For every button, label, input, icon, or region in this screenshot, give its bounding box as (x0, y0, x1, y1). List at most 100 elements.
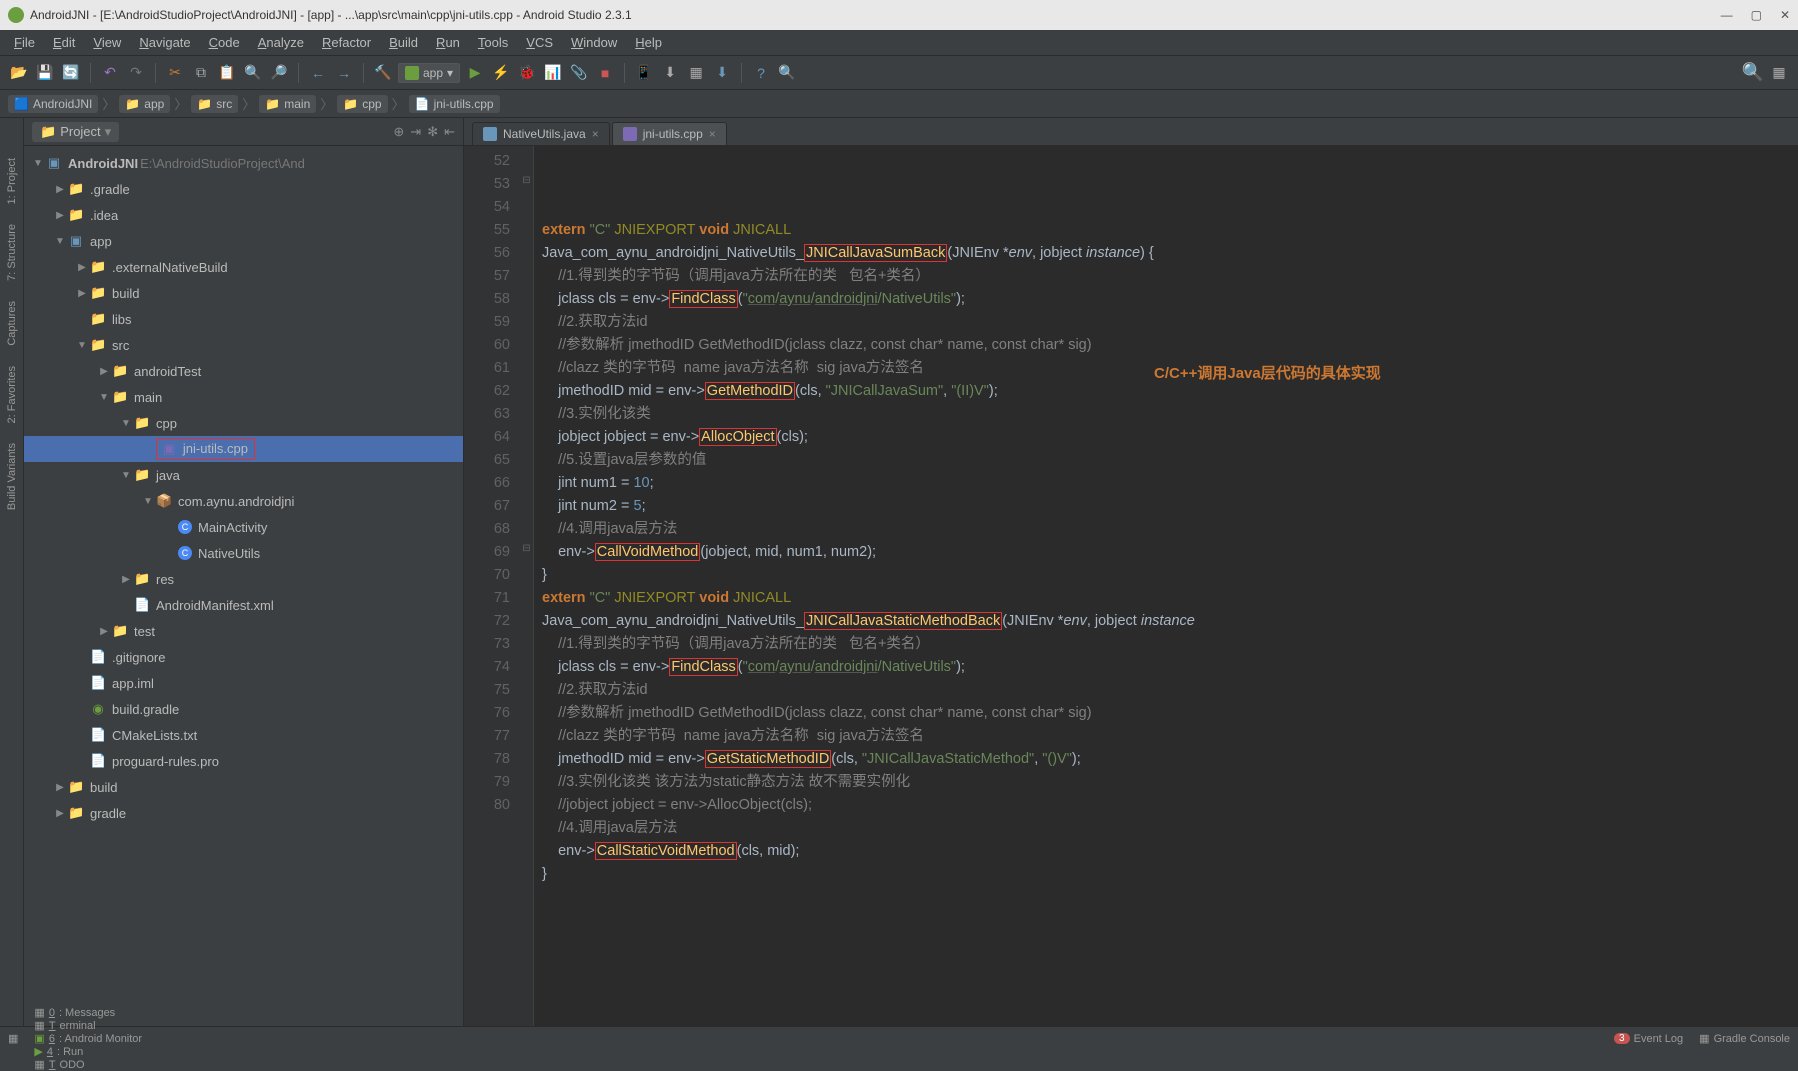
tree-item[interactable]: ▼📦com.aynu.androidjni (24, 488, 463, 514)
tree-item[interactable]: CMainActivity (24, 514, 463, 540)
rail-tab[interactable]: Captures (6, 301, 18, 346)
tree-item[interactable]: ▶📁res (24, 566, 463, 592)
attach-icon[interactable]: 📎 (568, 62, 590, 84)
undo-icon[interactable]: ↶ (99, 62, 121, 84)
profile-icon[interactable]: 📊 (542, 62, 564, 84)
code-editor[interactable]: 5253545556575859606162636465666768697071… (464, 146, 1798, 1026)
menu-tools[interactable]: Tools (472, 33, 514, 52)
run-config-selector[interactable]: app▾ (398, 63, 460, 83)
menu-help[interactable]: Help (629, 33, 668, 52)
menu-analyze[interactable]: Analyze (252, 33, 310, 52)
replace-icon[interactable]: 🔎 (268, 62, 290, 84)
tree-item[interactable]: CNativeUtils (24, 540, 463, 566)
menu-run[interactable]: Run (430, 33, 466, 52)
settings-icon[interactable]: ✻ (427, 124, 438, 140)
breadcrumb-item[interactable]: 📁cpp (337, 95, 387, 113)
event-log-button[interactable]: 3Event Log (1614, 1032, 1683, 1045)
close-button[interactable]: ✕ (1780, 8, 1790, 22)
tree-item[interactable]: 📄proguard-rules.pro (24, 748, 463, 774)
breadcrumb-item[interactable]: 📁app (119, 95, 170, 113)
scroll-from-source-icon[interactable]: ⊕ (393, 124, 404, 140)
menu-build[interactable]: Build (383, 33, 424, 52)
tree-item[interactable]: 📄app.iml (24, 670, 463, 696)
toolwindows-icon[interactable]: ▦ (1768, 62, 1790, 84)
download-icon[interactable]: ⬇ (711, 62, 733, 84)
maximize-button[interactable]: ▢ (1751, 8, 1762, 22)
tree-item[interactable]: ▶📁build (24, 280, 463, 306)
tree-item[interactable]: ▶📁build (24, 774, 463, 800)
code-text[interactable]: C/C++调用Java层代码的具体实现 extern "C" JNIEXPORT… (534, 146, 1798, 1026)
status-item[interactable]: ▶ 4: Run (34, 1045, 142, 1058)
tree-item[interactable]: ▼📁main (24, 384, 463, 410)
menu-navigate[interactable]: Navigate (133, 33, 196, 52)
gradle-console-button[interactable]: ▦ Gradle Console (1699, 1032, 1790, 1045)
rail-tab[interactable]: Build Variants (6, 443, 18, 510)
hide-icon[interactable]: ⇤ (444, 124, 455, 140)
tree-item[interactable]: ▼📁java (24, 462, 463, 488)
rail-tab[interactable]: 7: Structure (6, 224, 18, 281)
status-item[interactable]: ▦ Terminal (34, 1019, 142, 1032)
copy-icon[interactable]: ⧉ (190, 62, 212, 84)
run-icon[interactable]: ▶ (464, 62, 486, 84)
sync-icon[interactable]: 🔄 (60, 62, 82, 84)
tree-item[interactable]: 📄.gitignore (24, 644, 463, 670)
project-tree[interactable]: ▼▣AndroidJNI E:\AndroidStudioProject\And… (24, 146, 463, 1026)
tree-item[interactable]: ▶📁.idea (24, 202, 463, 228)
tree-item[interactable]: ▼📁src (24, 332, 463, 358)
breadcrumb-item[interactable]: 📁src (191, 95, 238, 113)
tree-item[interactable]: ▶📁gradle (24, 800, 463, 826)
project-view-selector[interactable]: 📁 Project ▾ (32, 122, 119, 142)
minimize-button[interactable]: — (1721, 8, 1733, 22)
collapse-icon[interactable]: ⇥ (410, 124, 421, 140)
tree-item[interactable]: ▼📁cpp (24, 410, 463, 436)
tree-item[interactable]: ▶📁.externalNativeBuild (24, 254, 463, 280)
tree-root[interactable]: ▼▣AndroidJNI E:\AndroidStudioProject\And (24, 150, 463, 176)
tree-item[interactable]: ▼▣app (24, 228, 463, 254)
apply-changes-icon[interactable]: ⚡ (490, 62, 512, 84)
toolwindow-mode-icon[interactable]: ▦ (8, 1032, 18, 1045)
close-tab-icon[interactable]: × (709, 127, 716, 141)
menu-edit[interactable]: Edit (47, 33, 81, 52)
fold-column[interactable]: ⊟⊟ (520, 146, 534, 1026)
editor-tab[interactable]: NativeUtils.java × (472, 122, 610, 145)
menu-window[interactable]: Window (565, 33, 623, 52)
layout-icon[interactable]: ▦ (685, 62, 707, 84)
breadcrumb-item[interactable]: 📁main (259, 95, 316, 113)
paste-icon[interactable]: 📋 (216, 62, 238, 84)
breadcrumb-item[interactable]: 🟦AndroidJNI (8, 95, 98, 113)
tree-item[interactable]: ▶📁test (24, 618, 463, 644)
tree-item[interactable]: ▶📁androidTest (24, 358, 463, 384)
avd-icon[interactable]: 📱 (633, 62, 655, 84)
menu-code[interactable]: Code (203, 33, 246, 52)
help-icon[interactable]: ? (750, 62, 772, 84)
back-icon[interactable]: ← (307, 62, 329, 84)
menu-file[interactable]: File (8, 33, 41, 52)
sdk-icon[interactable]: ⬇ (659, 62, 681, 84)
open-icon[interactable]: 📂 (8, 62, 30, 84)
breadcrumb-item[interactable]: 📄jni-utils.cpp (409, 95, 500, 113)
status-item[interactable]: ▦ 0: Messages (34, 1006, 142, 1019)
tree-item[interactable]: 📁libs (24, 306, 463, 332)
editor-tab[interactable]: jni-utils.cpp × (612, 122, 727, 145)
tree-item[interactable]: ▶📁.gradle (24, 176, 463, 202)
find-icon[interactable]: 🔍 (242, 62, 264, 84)
tree-item[interactable]: 📄CMakeLists.txt (24, 722, 463, 748)
cut-icon[interactable]: ✂ (164, 62, 186, 84)
search-everywhere-icon[interactable]: 🔍 (1742, 62, 1764, 84)
stop-icon[interactable]: ■ (594, 62, 616, 84)
menu-vcs[interactable]: VCS (520, 33, 559, 52)
rail-tab[interactable]: 2: Favorites (6, 366, 18, 423)
status-item[interactable]: ▦ TODO (34, 1058, 142, 1071)
tree-item[interactable]: 📄AndroidManifest.xml (24, 592, 463, 618)
redo-icon[interactable]: ↷ (125, 62, 147, 84)
debug-icon[interactable]: 🐞 (516, 62, 538, 84)
make-icon[interactable]: 🔨 (372, 62, 394, 84)
menu-view[interactable]: View (87, 33, 127, 52)
search-icon[interactable]: 🔍 (776, 62, 798, 84)
close-tab-icon[interactable]: × (592, 127, 599, 141)
menu-refactor[interactable]: Refactor (316, 33, 377, 52)
save-icon[interactable]: 💾 (34, 62, 56, 84)
tree-item[interactable]: ◉build.gradle (24, 696, 463, 722)
forward-icon[interactable]: → (333, 62, 355, 84)
rail-tab[interactable]: 1: Project (6, 158, 18, 204)
